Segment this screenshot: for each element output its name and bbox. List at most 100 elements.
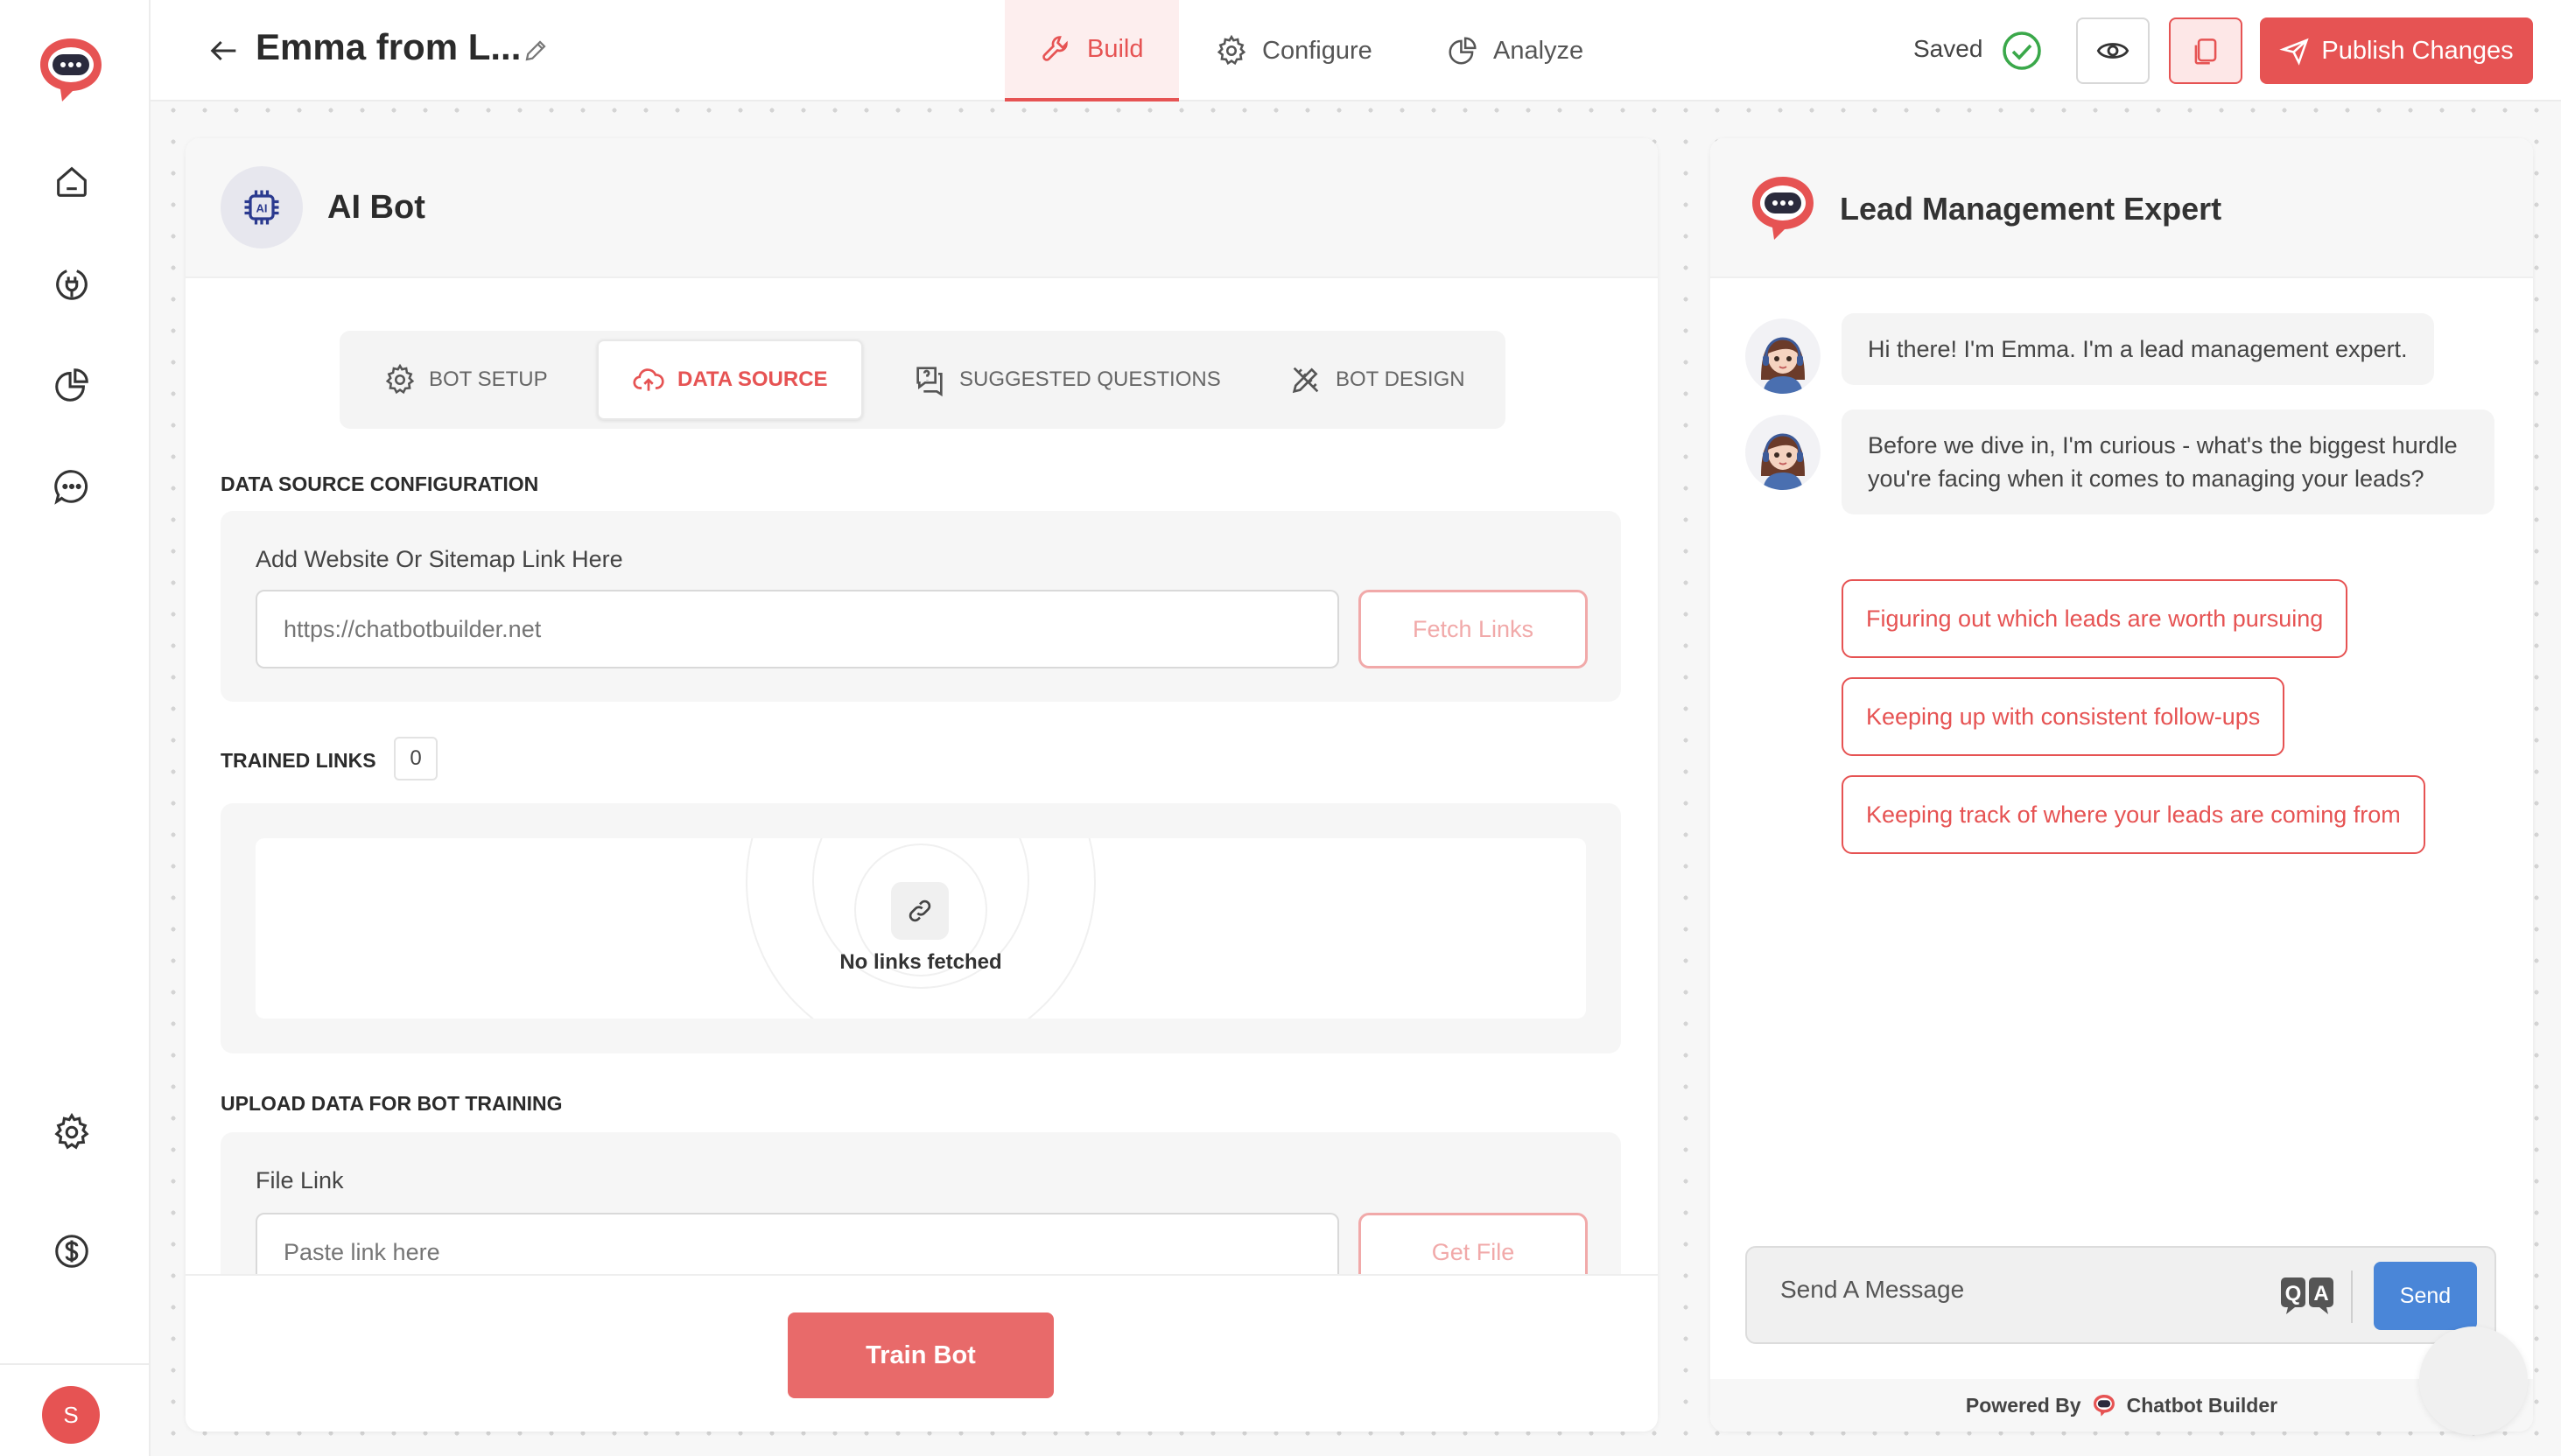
check-circle-icon: [2003, 32, 2041, 70]
back-button[interactable]: [203, 30, 245, 72]
saved-status: Saved: [1913, 35, 1983, 62]
question-chat-icon: [916, 367, 943, 397]
sidebar-item-analytics[interactable]: [46, 359, 98, 411]
sidebar-item-settings[interactable]: [46, 1106, 98, 1158]
cloud-upload-icon: [633, 368, 664, 391]
preview-button[interactable]: [2076, 18, 2150, 84]
pie-chart-icon: [1449, 37, 1477, 65]
tab-analyze[interactable]: Analyze: [1411, 0, 1618, 102]
svg-text:A: A: [2313, 1282, 2328, 1306]
subtab-bot-design[interactable]: BOT DESIGN: [1288, 340, 1465, 420]
send-plane-icon: [2279, 38, 2309, 66]
eye-icon: [2096, 43, 2129, 59]
bot-name-title: Emma from L...: [256, 26, 522, 67]
powered-by-footer: Powered By Chatbot Builder: [1710, 1379, 2533, 1432]
bot-avatar: [1745, 318, 1821, 394]
builder-panel: AI AI Bot BOT SETUP DATA SOURCE SUGGESTE…: [186, 138, 1658, 1432]
pie-chart-icon: [55, 368, 88, 402]
publish-label: Publish Changes: [2321, 36, 2514, 65]
chatbot-builder-logo[interactable]: [35, 33, 107, 105]
subtab-data-source-label: DATA SOURCE: [677, 368, 828, 391]
svg-text:AI: AI: [256, 201, 268, 214]
upload-heading: UPLOAD DATA FOR BOT TRAINING: [221, 1092, 563, 1115]
website-label: Add Website Or Sitemap Link Here: [256, 546, 623, 572]
sidebar-item-billing[interactable]: [46, 1225, 98, 1278]
message-composer: Send A Message Q A Send: [1745, 1246, 2496, 1344]
tab-configure-label: Configure: [1262, 36, 1372, 65]
composer-divider: [2351, 1270, 2353, 1323]
trained-links-heading: TRAINED LINKS: [221, 749, 376, 772]
bot-message: Hi there! I'm Emma. I'm a lead managemen…: [1842, 313, 2434, 385]
subtab-suggested-questions-label: SUGGESTED QUESTIONS: [959, 368, 1221, 391]
website-url-input[interactable]: [256, 590, 1339, 668]
builder-subtabs: BOT SETUP DATA SOURCE SUGGESTED QUESTION…: [340, 331, 1505, 429]
top-bar: Emma from L... Build Configure Analyze S…: [151, 0, 2561, 102]
user-avatar[interactable]: S: [42, 1386, 100, 1444]
chat-preview-panel: Lead Management Expert Hi there! I'm Emm…: [1710, 138, 2533, 1432]
sidebar-divider: [0, 1363, 149, 1365]
bot-avatar-icon: [1761, 433, 1805, 490]
chat-header: Lead Management Expert: [1710, 138, 2533, 278]
quick-reply-button[interactable]: Keeping up with consistent follow-ups: [1842, 677, 2285, 756]
tab-build[interactable]: Build: [1005, 0, 1179, 102]
subtab-data-source[interactable]: DATA SOURCE: [597, 340, 863, 420]
gear-icon: [54, 1112, 89, 1150]
train-bot-button[interactable]: Train Bot: [788, 1312, 1054, 1398]
quick-reply-button[interactable]: Keeping track of where your leads are co…: [1842, 775, 2425, 854]
brand-name[interactable]: Chatbot Builder: [2127, 1394, 2278, 1418]
website-card: Add Website Or Sitemap Link Here Fetch L…: [221, 511, 1621, 702]
pencil-icon: [525, 40, 546, 61]
bot-message: Before we dive in, I'm curious - what's …: [1842, 410, 2494, 514]
wrench-icon: [1042, 36, 1068, 61]
svg-text:Q: Q: [2285, 1282, 2302, 1306]
bot-avatar: [1745, 415, 1821, 490]
gear-icon: [385, 363, 415, 395]
empty-links-box: No links fetched: [256, 838, 1586, 1018]
tab-analyze-label: Analyze: [1493, 36, 1584, 65]
bot-avatar-icon: [1761, 337, 1805, 394]
message-input[interactable]: Send A Message: [1780, 1276, 1964, 1304]
trained-links-card: No links fetched: [221, 803, 1621, 1054]
copy-button[interactable]: [2169, 18, 2242, 84]
home-icon: [57, 166, 87, 197]
tab-build-label: Build: [1087, 34, 1144, 63]
trained-links-count: 0: [394, 737, 438, 780]
sidebar: S: [0, 0, 151, 1456]
link-icon-box: [891, 882, 949, 940]
send-button[interactable]: Send: [2374, 1262, 2477, 1330]
quick-reply-button[interactable]: Figuring out which leads are worth pursu…: [1842, 579, 2348, 658]
no-links-message: No links fetched: [839, 950, 1002, 974]
sidebar-item-home[interactable]: [46, 156, 98, 208]
subtab-suggested-questions[interactable]: SUGGESTED QUESTIONS: [912, 340, 1221, 420]
dollar-icon: [55, 1235, 88, 1268]
link-icon: [909, 900, 931, 922]
plug-icon: [56, 270, 88, 300]
subtab-bot-setup[interactable]: BOT SETUP: [383, 340, 548, 420]
ai-chip-icon: AI: [244, 190, 279, 225]
edit-name-button[interactable]: [518, 33, 553, 68]
subtab-bot-design-label: BOT DESIGN: [1336, 368, 1465, 391]
publish-changes-button[interactable]: Publish Changes: [2260, 18, 2533, 84]
subtab-bot-setup-label: BOT SETUP: [429, 368, 548, 391]
gear-icon: [1217, 34, 1246, 66]
pencil-ruler-icon: [1292, 367, 1319, 394]
qa-icon[interactable]: Q A: [2279, 1274, 2335, 1318]
arrow-left-icon: [210, 40, 236, 61]
chat-title: Lead Management Expert: [1840, 191, 2222, 227]
builder-footer: Train Bot: [186, 1274, 1658, 1432]
chatbot-builder-brand-icon: [2093, 1395, 2115, 1417]
fetch-links-button[interactable]: Fetch Links: [1358, 590, 1588, 668]
powered-by-label: Powered By: [1965, 1393, 2081, 1417]
data-source-heading: DATA SOURCE CONFIGURATION: [221, 472, 539, 495]
builder-header: AI AI Bot: [186, 138, 1658, 278]
chatbot-logo-icon: [1752, 177, 1814, 240]
file-link-label: File Link: [256, 1167, 344, 1194]
floating-chat-launcher[interactable]: [2419, 1326, 2528, 1435]
chat-icon: [54, 470, 88, 505]
builder-title: AI Bot: [327, 189, 425, 226]
sidebar-item-integrations[interactable]: [46, 257, 98, 310]
ai-chip-avatar: AI: [221, 166, 303, 248]
tab-configure[interactable]: Configure: [1180, 0, 1407, 102]
sidebar-item-chats[interactable]: [46, 460, 98, 513]
copy-icon: [2194, 38, 2217, 65]
